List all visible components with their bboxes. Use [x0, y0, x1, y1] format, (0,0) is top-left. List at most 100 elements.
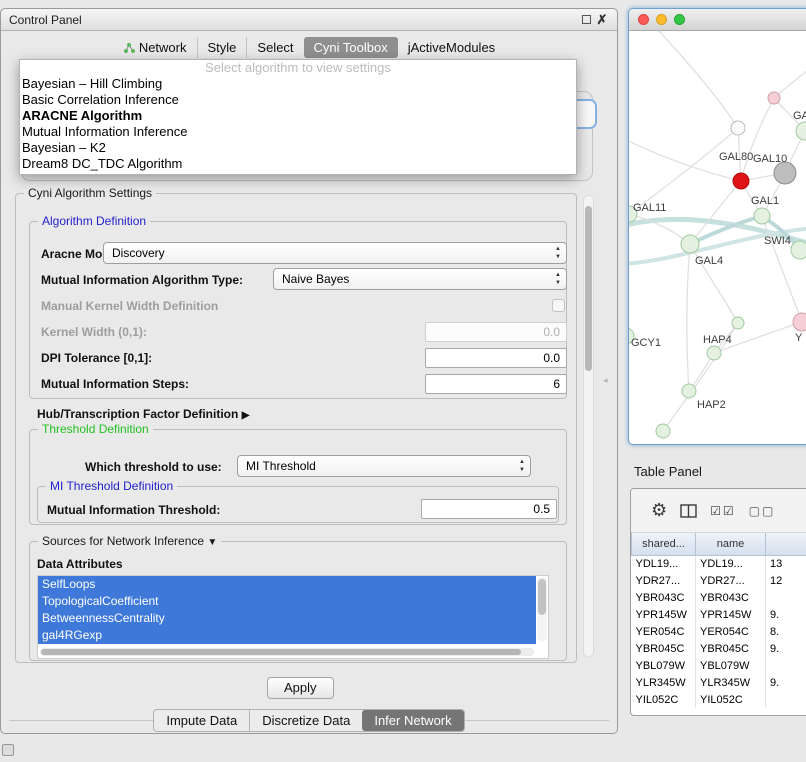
table-cell[interactable]: 9. [766, 606, 806, 623]
table-cell[interactable]: YER054C [696, 623, 766, 640]
manual-kernel-checkbox[interactable] [552, 299, 565, 312]
aracne-mode-combo[interactable]: Discovery ▲▼ [103, 242, 567, 264]
attributes-vscroll-thumb[interactable] [538, 579, 546, 615]
table-row[interactable]: YBR043CYBR043C [632, 589, 806, 606]
attribute-item-selected[interactable]: BetweennessCentrality [38, 610, 536, 627]
panel-collapse-arrow[interactable]: ◂ [603, 375, 608, 386]
network-node[interactable] [774, 162, 796, 184]
mi-threshold-field[interactable]: 0.5 [421, 499, 557, 519]
tab-select[interactable]: Select [246, 37, 303, 58]
float-window-icon[interactable] [582, 15, 591, 24]
tab-infer-network[interactable]: Infer Network [362, 710, 463, 731]
table-cell[interactable]: YDL19... [696, 555, 766, 572]
select-all-checkboxes-icon[interactable]: ☑☑ [710, 504, 736, 518]
kernel-width-field[interactable]: 0.0 [425, 322, 567, 342]
table-cell[interactable]: YER054C [632, 623, 696, 640]
table-row[interactable]: YDL19...YDL19...13 [632, 555, 806, 572]
table-cell[interactable]: YIL052C [632, 691, 696, 708]
table-cell[interactable]: 8. [766, 623, 806, 640]
algorithm-option[interactable]: Dream8 DC_TDC Algorithm [20, 156, 576, 172]
table-cell[interactable]: YPR145W [696, 606, 766, 623]
network-node[interactable] [796, 122, 806, 140]
table-cell[interactable]: YDR27... [696, 572, 766, 589]
network-node[interactable] [707, 346, 721, 360]
table-cell[interactable]: YLR345W [696, 674, 766, 691]
table-cell[interactable] [766, 657, 806, 674]
tab-style[interactable]: Style [197, 37, 247, 58]
table-cell[interactable]: 13 [766, 555, 806, 572]
algorithm-option-selected[interactable]: ARACNE Algorithm [20, 108, 576, 124]
column-header-shared-name[interactable]: shared... [632, 533, 696, 555]
minimize-traffic-light-icon[interactable] [656, 14, 667, 25]
column-header-name[interactable]: name [696, 533, 766, 555]
data-attributes-list[interactable]: SelfLoops TopologicalCoefficient Between… [37, 575, 549, 659]
attribute-item-selected[interactable]: TopologicalCoefficient [38, 593, 536, 610]
table-row[interactable]: YBL079WYBL079W [632, 657, 806, 674]
attribute-item-selected[interactable]: SelfLoops [38, 576, 536, 593]
close-window-icon[interactable]: ✗ [595, 12, 609, 28]
network-node[interactable] [732, 317, 744, 329]
mi-steps-field[interactable]: 6 [425, 374, 567, 394]
zoom-traffic-light-icon[interactable] [674, 14, 685, 25]
tab-impute-data[interactable]: Impute Data [154, 710, 249, 731]
table-cell[interactable]: YPR145W [632, 606, 696, 623]
show-columns-icon[interactable] [680, 504, 697, 518]
table-row[interactable]: YIL052CYIL052C [632, 691, 806, 708]
table-cell[interactable] [766, 589, 806, 606]
which-threshold-combo[interactable]: MI Threshold ▲▼ [237, 455, 531, 477]
tab-discretize-data[interactable]: Discretize Data [249, 710, 362, 731]
table-row[interactable]: YDR27...YDR27...12 [632, 572, 806, 589]
tab-cyni-toolbox[interactable]: Cyni Toolbox [304, 37, 398, 58]
table-cell[interactable]: YBR043C [696, 589, 766, 606]
network-canvas[interactable]: GAL80GAL10GAL11GAL1SWI4GAL4GCY1HAP4HAP2G… [629, 31, 806, 444]
tab-jactivemodules[interactable]: jActiveModules [398, 37, 505, 58]
table-cell[interactable]: YLR345W [632, 674, 696, 691]
table-cell[interactable]: 9. [766, 674, 806, 691]
algorithm-option[interactable]: Mutual Information Inference [20, 124, 576, 140]
network-node[interactable] [681, 235, 699, 253]
table-cell[interactable]: YIL052C [696, 691, 766, 708]
table-cell[interactable] [766, 691, 806, 708]
network-node[interactable] [682, 384, 696, 398]
settings-scrollbar[interactable] [583, 195, 594, 657]
network-node[interactable] [793, 313, 806, 331]
network-node[interactable] [768, 92, 780, 104]
close-traffic-light-icon[interactable] [638, 14, 649, 25]
hub-section-toggle[interactable]: Hub/Transcription Factor Definition ▶ [37, 407, 249, 421]
apply-button[interactable]: Apply [267, 677, 334, 699]
table-cell[interactable]: 9. [766, 640, 806, 657]
table-row[interactable]: YER054CYER054C8. [632, 623, 806, 640]
network-node[interactable] [731, 121, 745, 135]
algorithm-option[interactable]: Bayesian – K2 [20, 140, 576, 156]
deselect-all-checkboxes-icon[interactable]: ▢▢ [749, 504, 776, 518]
network-node[interactable] [754, 208, 770, 224]
attributes-hscroll-thumb[interactable] [41, 649, 521, 655]
column-header-partial[interactable] [766, 533, 806, 555]
tab-network[interactable]: Network [113, 37, 197, 58]
attributes-vertical-scrollbar[interactable] [537, 577, 547, 641]
gear-icon[interactable]: ⚙ [651, 500, 667, 521]
mi-type-combo[interactable]: Naive Bayes ▲▼ [273, 268, 567, 290]
attribute-item-selected[interactable]: gal4RGexp [38, 627, 536, 644]
dpi-tolerance-field[interactable]: 0.0 [425, 348, 567, 368]
table-cell[interactable]: YBR043C [632, 589, 696, 606]
sources-group-title[interactable]: Sources for Network Inference ▼ [38, 534, 221, 548]
table-cell[interactable]: YBL079W [632, 657, 696, 674]
table-cell[interactable]: YDL19... [632, 555, 696, 572]
table-cell[interactable]: YBR045C [632, 640, 696, 657]
settings-scrollbar-thumb[interactable] [585, 206, 592, 371]
table-cell[interactable]: YBR045C [696, 640, 766, 657]
minimized-panel-icon[interactable] [2, 744, 14, 756]
network-graph[interactable]: GAL80GAL10GAL11GAL1SWI4GAL4GCY1HAP4HAP2G… [629, 31, 806, 444]
table-row[interactable]: YLR345WYLR345W9. [632, 674, 806, 691]
network-node[interactable] [656, 424, 670, 438]
algorithm-option[interactable]: Basic Correlation Inference [20, 92, 576, 108]
table-cell[interactable]: YDR27... [632, 572, 696, 589]
network-node[interactable] [733, 173, 749, 189]
table-cell[interactable]: YBL079W [696, 657, 766, 674]
table-row[interactable]: YPR145WYPR145W9. [632, 606, 806, 623]
table-cell[interactable]: 12 [766, 572, 806, 589]
attributes-horizontal-scrollbar[interactable] [40, 648, 534, 656]
algorithm-option[interactable]: Bayesian – Hill Climbing [20, 76, 576, 92]
network-node[interactable] [791, 241, 806, 259]
